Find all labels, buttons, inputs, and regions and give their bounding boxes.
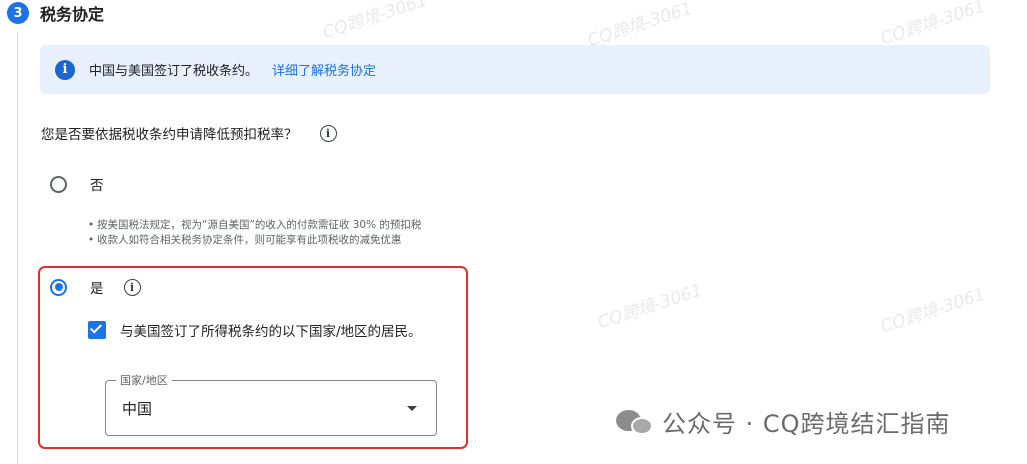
radio-yes[interactable] [50, 278, 67, 296]
checkbox-checked-icon[interactable] [88, 321, 106, 339]
dropdown-arrow-icon[interactable] [407, 406, 417, 411]
wechat-icon [614, 406, 656, 438]
watermark: CQ跨境-3061 [320, 0, 430, 44]
radio-option-yes[interactable]: 是 i [50, 277, 141, 297]
watermark: CQ跨境-3061 [878, 0, 988, 50]
info-banner: i 中国与美国签订了税收条约。 详细了解税务协定 [40, 45, 990, 94]
list-item: 收款人如符合相关税务协定条件，则可能享有此项税收的减免优惠 [88, 233, 421, 248]
radio-option-no[interactable]: 否 [50, 174, 104, 194]
info-icon: i [55, 59, 75, 80]
watermark: CQ跨境-3061 [878, 284, 988, 338]
step-header: 3 税务协定 [7, 1, 104, 25]
treaty-question: 您是否要依据税收条约申请降低预扣税率？ i [41, 123, 337, 143]
info-outline-icon[interactable]: i [123, 278, 141, 296]
radio-no[interactable] [50, 175, 67, 193]
checkbox-label: 与美国签订了所得税条约的以下国家/地区的居民。 [120, 324, 422, 340]
brand-text: 公众号 · CQ跨境结汇指南 [662, 410, 951, 438]
radio-label-yes: 是 [90, 281, 104, 297]
info-text: 中国与美国签订了税收条约。 [89, 64, 259, 79]
treaty-resident-checkbox-row[interactable]: 与美国签订了所得税条约的以下国家/地区的居民。 [88, 320, 422, 340]
country-select[interactable]: 国家/地区 中国 [105, 372, 437, 436]
info-outline-icon[interactable]: i [319, 124, 337, 142]
withholding-notes: 按美国税法规定，视为“源自美国”的收入的付款需征收 30% 的预扣税 收款人如符… [88, 218, 421, 248]
list-item: 按美国税法规定，视为“源自美国”的收入的付款需征收 30% 的预扣税 [88, 218, 421, 233]
select-label: 国家/地区 [116, 372, 172, 388]
learn-more-link[interactable]: 详细了解税务协定 [272, 60, 376, 79]
section-title: 税务协定 [40, 5, 105, 24]
watermark: CQ跨境-3061 [585, 0, 695, 52]
brand-watermark: 公众号 · CQ跨境结汇指南 [614, 404, 951, 439]
radio-label-no: 否 [90, 178, 104, 194]
watermark: CQ跨境-3061 [595, 280, 705, 334]
step-number-badge: 3 [7, 2, 29, 24]
question-text: 您是否要依据税收条约申请降低预扣税率？ [41, 127, 298, 143]
step-rail [17, 32, 18, 464]
select-value: 中国 [122, 400, 153, 418]
